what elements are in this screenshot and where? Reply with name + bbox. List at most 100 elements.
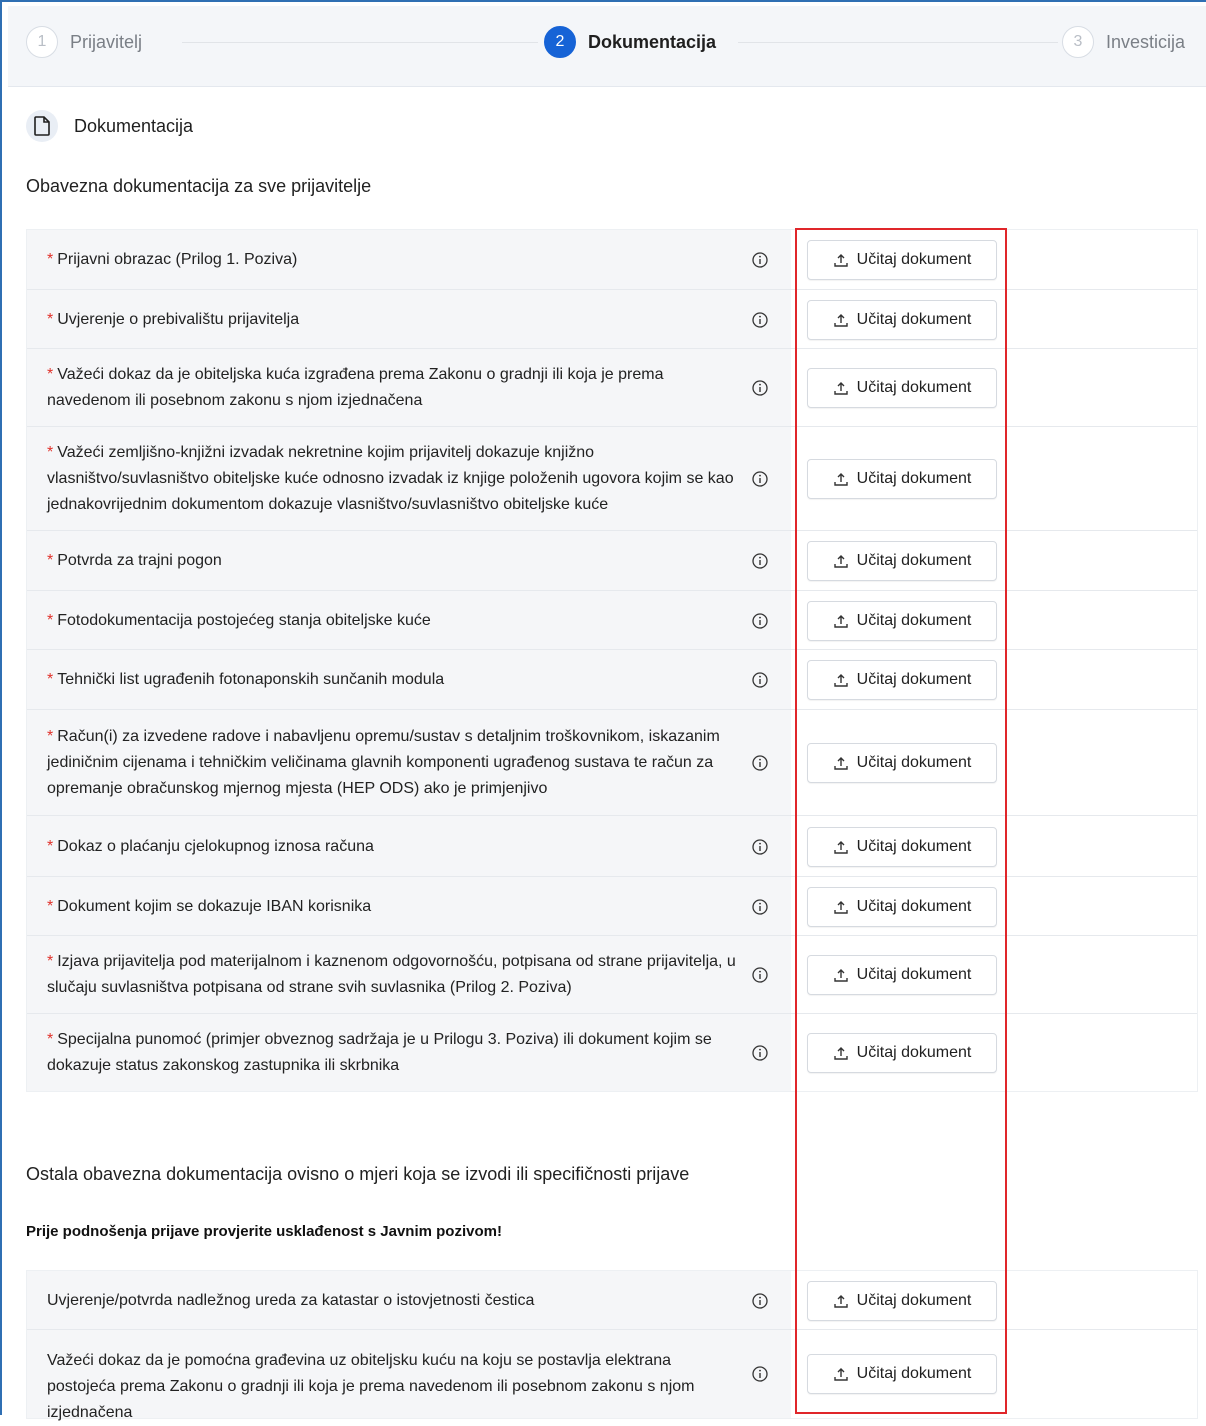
info-icon[interactable] xyxy=(751,251,769,269)
required-marker: * xyxy=(47,728,54,745)
upload-icon xyxy=(833,1045,849,1061)
upload-icon xyxy=(833,1293,849,1309)
info-icon[interactable] xyxy=(751,671,769,689)
document-name: * Specijalna punomoć (primjer obveznog sa… xyxy=(47,1027,737,1079)
upload-button-label: Učitaj dokument xyxy=(856,837,972,855)
upload-button-label: Učitaj dokument xyxy=(856,611,972,629)
upload-document-button[interactable]: Učitaj dokument xyxy=(807,459,997,499)
info-icon[interactable] xyxy=(751,838,769,856)
upload-icon xyxy=(833,899,849,915)
document-name: * Prijavni obrazac (Prilog 1. Poziva) xyxy=(47,247,737,273)
info-icon[interactable] xyxy=(751,552,769,570)
upload-document-button[interactable]: Učitaj dokument xyxy=(807,826,997,867)
upload-button-label: Učitaj dokument xyxy=(856,1291,972,1309)
info-icon[interactable] xyxy=(751,1365,769,1383)
upload-document-button[interactable]: Učitaj dokument xyxy=(807,1280,997,1321)
upload-document-button[interactable]: Učitaj dokument xyxy=(807,660,997,700)
required-marker: * xyxy=(47,837,54,855)
document-row: * Tehnički list ugrađenih fotonaponskih s… xyxy=(27,650,1197,710)
info-icon[interactable] xyxy=(751,379,769,397)
document-label: Uvjerenje o prebivalištu prijavitelja xyxy=(57,310,300,328)
document-label: Važeći dokaz da je obiteljska kuća izgra… xyxy=(47,366,664,409)
upload-icon xyxy=(833,312,849,328)
document-label: Važeći zemljišno-knjižni izvadak nekretn… xyxy=(47,444,734,513)
document-label: Fotodokumentacija postojećeg stanja obit… xyxy=(57,611,431,629)
step-connector xyxy=(738,42,1058,43)
upload-button-label: Učitaj dokument xyxy=(856,966,972,983)
step-number: 1 xyxy=(26,26,58,58)
document-label: Izjava prijavitelja pod materijalnom i k… xyxy=(47,953,736,996)
upload-document-button[interactable]: Učitaj dokument xyxy=(807,368,997,408)
info-icon[interactable] xyxy=(751,612,769,630)
documents-table-mandatory: * Prijavni obrazac (Prilog 1. Poziva) Učit… xyxy=(26,229,1198,1092)
upload-icon xyxy=(833,1366,849,1382)
info-icon[interactable] xyxy=(751,1292,769,1310)
required-marker: * xyxy=(47,251,54,268)
info-icon[interactable] xyxy=(751,898,769,916)
document-row: * Potvrda za trajni pogon Učitaj dokument xyxy=(27,531,1197,591)
section-header: Dokumentacija xyxy=(26,110,193,142)
document-row: Uvjerenje/potvrda nadležnog ureda za kat… xyxy=(27,1271,1197,1330)
document-row: * Fotodokumentacija postojećeg stanja obi… xyxy=(27,591,1197,650)
section-title: Dokumentacija xyxy=(74,115,194,136)
upload-document-button[interactable]: Učitaj dokument xyxy=(807,886,997,927)
upload-button-label: Učitaj dokument xyxy=(856,1043,972,1061)
document-label: Račun(i) za izvedene radove i nabavljenu… xyxy=(47,728,720,797)
required-marker: * xyxy=(47,444,54,461)
document-icon xyxy=(26,110,58,142)
document-row: Važeći dokaz da je pomoćna građevina uz … xyxy=(27,1330,1197,1421)
upload-button-label: Učitaj dokument xyxy=(856,310,972,328)
info-icon[interactable] xyxy=(751,311,769,329)
upload-button-label: Učitaj dokument xyxy=(856,470,972,487)
upload-icon xyxy=(833,755,849,771)
document-name: * Potvrda za trajni pogon xyxy=(47,548,737,574)
upload-document-button[interactable]: Učitaj dokument xyxy=(807,600,997,641)
required-marker: * xyxy=(47,897,54,915)
info-icon[interactable] xyxy=(751,470,769,488)
upload-document-button[interactable]: Učitaj dokument xyxy=(807,541,997,581)
upload-document-button[interactable]: Učitaj dokument xyxy=(807,1032,997,1073)
document-name: * Izjava prijavitelja pod materijalnom i … xyxy=(47,949,737,1001)
required-marker: * xyxy=(47,671,54,688)
upload-button-label: Učitaj dokument xyxy=(856,552,972,569)
compliance-notice: Prije podnošenja prijave provjerite uskl… xyxy=(26,1223,502,1240)
info-icon[interactable] xyxy=(751,754,769,772)
info-icon[interactable] xyxy=(751,1044,769,1062)
upload-button-label: Učitaj dokument xyxy=(856,251,972,268)
step-label: Investicija xyxy=(1106,31,1186,52)
upload-document-button[interactable]: Učitaj dokument xyxy=(807,299,997,340)
step-prijavitelj[interactable]: 1 Prijavitelj xyxy=(26,26,142,58)
required-marker: * xyxy=(47,310,54,328)
document-name: * Fotodokumentacija postojećeg stanja obi… xyxy=(47,608,737,634)
document-name: * Uvjerenje o prebivalištu prijavitelja xyxy=(47,307,737,333)
documents-table-other: Uvjerenje/potvrda nadležnog ureda za kat… xyxy=(26,1270,1198,1421)
document-row: * Prijavni obrazac (Prilog 1. Poziva) Učit… xyxy=(27,230,1197,290)
upload-button-label: Učitaj dokument xyxy=(856,754,972,771)
upload-button-label: Učitaj dokument xyxy=(856,671,972,688)
step-label: Dokumentacija xyxy=(588,31,717,52)
info-icon[interactable] xyxy=(751,966,769,984)
upload-document-button[interactable]: Učitaj dokument xyxy=(807,743,997,783)
upload-icon xyxy=(833,839,849,855)
upload-icon xyxy=(833,613,849,629)
upload-button-label: Učitaj dokument xyxy=(856,379,972,396)
document-row: * Važeći dokaz da je obiteljska kuća izgr… xyxy=(27,349,1197,427)
upload-button-label: Učitaj dokument xyxy=(856,1365,972,1382)
step-label: Prijavitelj xyxy=(70,31,143,52)
document-name: * Dokaz o plaćanju cjelokupnog iznosa rač… xyxy=(47,834,737,860)
step-investicija[interactable]: 3 Investicija xyxy=(1062,26,1185,58)
group-title-mandatory: Obavezna dokumentacija za sve prijavitel… xyxy=(26,176,372,196)
document-row: * Dokaz o plaćanju cjelokupnog iznosa rač… xyxy=(27,816,1197,877)
upload-document-button[interactable]: Učitaj dokument xyxy=(807,955,997,995)
document-label: Važeći dokaz da je pomoćna građevina uz … xyxy=(47,1352,695,1421)
upload-icon xyxy=(833,252,849,268)
document-name: * Važeći zemljišno-knjižni izvadak nekret… xyxy=(47,440,737,518)
stepper: 1 Prijavitelj 2 Dokumentacija 3 Investic… xyxy=(8,6,1206,87)
upload-document-button[interactable]: Učitaj dokument xyxy=(807,1354,997,1394)
document-label: Dokaz o plaćanju cjelokupnog iznosa raču… xyxy=(57,837,374,855)
document-row: * Dokument kojim se dokazuje IBAN korisni… xyxy=(27,877,1197,936)
upload-document-button[interactable]: Učitaj dokument xyxy=(807,240,997,280)
step-dokumentacija[interactable]: 2 Dokumentacija xyxy=(544,26,716,58)
document-row: * Izjava prijavitelja pod materijalnom i … xyxy=(27,936,1197,1014)
document-name: * Važeći dokaz da je obiteljska kuća izgr… xyxy=(47,362,737,414)
